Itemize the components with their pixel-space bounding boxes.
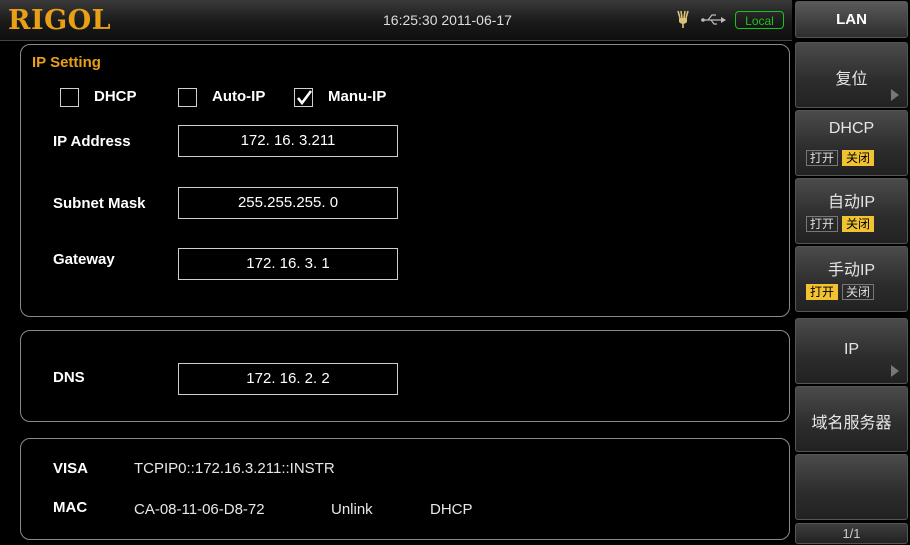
ip-mode-status: DHCP [430,501,473,518]
submenu-arrow-icon [891,89,899,101]
auto-ip-softkey[interactable]: 自动IP 打开 关闭 [795,178,908,244]
page-indicator-label: 1/1 [842,526,861,541]
mac-label: MAC [53,499,88,516]
dns-label: DNS [53,369,85,386]
manual-ip-option-off: 关闭 [842,284,875,300]
ip-setting-title: IP Setting [32,54,101,71]
dns-server-softkey[interactable]: 域名服务器 [795,386,908,452]
gateway-label: Gateway [53,251,115,268]
checkmark-icon [296,90,313,106]
rigol-logo: RIGOL [8,5,112,36]
auto-ip-checkbox[interactable] [178,88,197,107]
subnet-mask-label: Subnet Mask [53,195,146,212]
submenu-arrow-icon [891,365,899,377]
dhcp-softkey-label: DHCP [828,120,875,137]
usb-icon [701,13,727,32]
dhcp-softkey[interactable]: DHCP 打开 关闭 [795,110,908,176]
ip-setting-panel [20,44,790,317]
dhcp-option-on: 打开 [806,150,839,166]
auto-ip-checkbox-label: Auto-IP [212,88,266,105]
menu-title-lan: LAN [795,1,908,38]
dns-field[interactable]: 172. 16. 2. 2 [178,363,398,395]
subnet-mask-field[interactable]: 255.255.255. 0 [178,187,398,219]
empty-softkey[interactable] [795,454,908,520]
auto-ip-option-off: 关闭 [842,216,875,232]
dhcp-checkbox-label: DHCP [94,88,137,105]
manu-ip-checkbox[interactable] [294,88,313,107]
dhcp-option-off: 关闭 [842,150,875,166]
ip-softkey[interactable]: IP [795,318,908,384]
probe-icon [676,10,690,33]
manu-ip-checkbox-label: Manu-IP [328,88,387,105]
reset-softkey[interactable]: 复位 [795,42,908,108]
gateway-field[interactable]: 172. 16. 3. 1 [178,248,398,280]
visa-label: VISA [53,460,89,477]
ip-address-label: IP Address [53,133,131,150]
reset-softkey-label: 复位 [835,71,868,88]
manual-ip-option-on: 打开 [806,284,839,300]
date-time: 16:25:30 2011-06-17 [383,12,512,28]
page-indicator: 1/1 [795,523,908,544]
auto-ip-softkey-label: 自动IP [827,194,876,211]
manual-ip-softkey-label: 手动IP [827,262,876,279]
dns-panel [20,330,790,422]
auto-ip-option-on: 打开 [806,216,839,232]
manual-ip-softkey[interactable]: 手动IP 打开 关闭 [795,246,908,312]
dns-server-softkey-label: 域名服务器 [811,415,892,432]
menu-title-label: LAN [836,11,867,28]
mac-value: CA-08-11-06-D8-72 [134,501,265,518]
link-status: Unlink [331,501,373,518]
lan-info-panel [20,438,790,540]
ip-softkey-label: IP [843,341,860,358]
ip-address-field[interactable]: 172. 16. 3.211 [178,125,398,157]
dhcp-checkbox[interactable] [60,88,79,107]
local-status-badge: Local [735,11,784,29]
visa-value: TCPIP0::172.16.3.211::INSTR [134,460,335,477]
